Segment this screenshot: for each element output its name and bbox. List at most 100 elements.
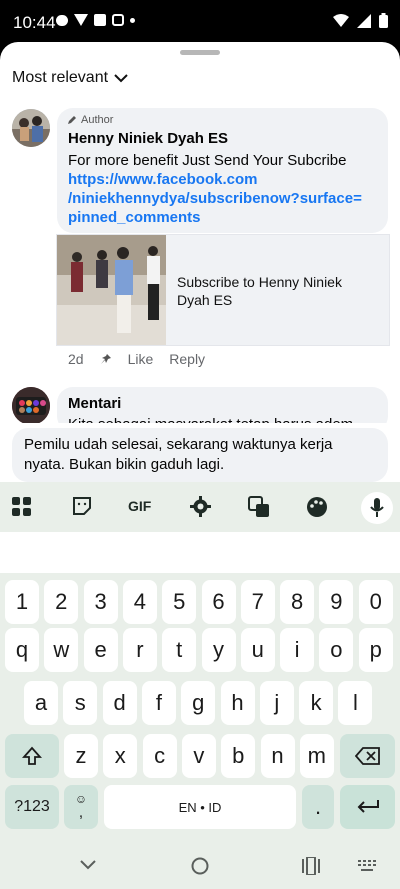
comment-link-line1[interactable]: https://www.facebook.com (68, 170, 257, 189)
comma-key-label: , (78, 804, 84, 821)
more-notifications-icon (130, 17, 135, 23)
key-0[interactable]: 0 (358, 580, 393, 624)
author-tag-label: Author (81, 114, 114, 126)
back-chevron-icon[interactable] (80, 859, 96, 871)
sort-dropdown[interactable]: Most relevant (12, 69, 128, 87)
chevron-down-icon (114, 74, 128, 83)
battery-icon (379, 13, 388, 28)
key-5[interactable]: 5 (162, 580, 197, 624)
voice-input-button[interactable] (361, 492, 393, 524)
navigation-bar (0, 845, 400, 889)
translate-icon[interactable] (248, 496, 270, 518)
key-z[interactable]: z (64, 734, 98, 778)
settings-gear-icon[interactable] (190, 496, 211, 517)
theme-palette-icon[interactable] (306, 496, 328, 518)
comment-author-name[interactable]: Mentari (68, 395, 121, 412)
key-f[interactable]: f (141, 681, 176, 725)
home-circle-icon[interactable] (191, 857, 209, 875)
author-tag: Author (67, 114, 113, 126)
key-j[interactable]: j (259, 681, 294, 725)
shift-icon (22, 746, 42, 765)
key-w[interactable]: w (44, 628, 79, 672)
key-n[interactable]: n (260, 734, 295, 778)
key-d[interactable]: d (102, 681, 137, 725)
keyboard-switch-icon[interactable] (358, 860, 376, 872)
link-preview-card[interactable]: Subscribe to Henny Niniek Dyah ES (56, 234, 390, 346)
avatar[interactable] (12, 387, 50, 425)
period-key[interactable]: . (302, 785, 334, 829)
sort-label: Most relevant (12, 69, 109, 86)
key-v[interactable]: v (181, 734, 216, 778)
key-s[interactable]: s (63, 681, 98, 725)
avatar-photo (12, 387, 50, 425)
comment-bubble[interactable]: Author Henny Niniek Dyah ES For more ben… (57, 108, 388, 233)
enter-icon (357, 800, 379, 813)
key-i[interactable]: i (280, 628, 315, 672)
facebook-notification-icon (94, 14, 106, 26)
key-m[interactable]: m (299, 734, 334, 778)
key-t[interactable]: t (162, 628, 197, 672)
key-o[interactable]: o (319, 628, 354, 672)
chat-notification-icon (56, 14, 68, 26)
shift-key[interactable] (5, 734, 59, 778)
apps-grid-icon[interactable] (12, 497, 32, 517)
emoji-comma-key[interactable]: ☺ , (64, 785, 98, 829)
vpn-notification-icon (74, 14, 88, 26)
comment-link-line3[interactable]: pinned_comments (68, 208, 201, 227)
enter-key[interactable] (340, 785, 395, 829)
comment-timestamp: 2d (68, 351, 84, 367)
key-b[interactable]: b (221, 734, 256, 778)
comment-author-name[interactable]: Henny Niniek Dyah ES (68, 130, 228, 147)
key-g[interactable]: g (181, 681, 216, 725)
symbols-key-label: ?123 (14, 798, 50, 815)
backspace-key[interactable] (340, 734, 395, 778)
key-l[interactable]: l (338, 681, 373, 725)
comment-link-line2[interactable]: /niniekhennydya/subscribenow?surface= (68, 189, 376, 208)
key-2[interactable]: 2 (44, 580, 79, 624)
drag-handle[interactable] (180, 50, 220, 55)
microphone-icon (370, 498, 384, 517)
comment-text: For more benefit Just Send Your Subcribe (68, 152, 347, 169)
period-key-label: . (314, 794, 322, 819)
link-preview-title: Subscribe to Henny Niniek Dyah ES (177, 274, 342, 308)
status-bar: 10:44 (0, 0, 400, 46)
key-8[interactable]: 8 (280, 580, 315, 624)
like-button[interactable]: Like (128, 351, 154, 367)
key-6[interactable]: 6 (201, 580, 236, 624)
key-7[interactable]: 7 (240, 580, 275, 624)
key-9[interactable]: 9 (319, 580, 354, 624)
space-key[interactable]: EN • ID (104, 785, 296, 829)
comment-input-text: Pemilu udah selesai, sekarang waktunya k… (24, 436, 333, 473)
avatar[interactable] (12, 109, 50, 147)
key-k[interactable]: k (299, 681, 334, 725)
key-4[interactable]: 4 (122, 580, 157, 624)
comment-input[interactable]: Pemilu udah selesai, sekarang waktunya k… (12, 428, 388, 482)
avatar-photo (12, 109, 50, 147)
keyboard-gif-button[interactable]: GIF (128, 498, 151, 514)
key-q[interactable]: q (5, 628, 39, 672)
recents-icon[interactable] (302, 857, 320, 875)
keyboard-toolbar: GIF (0, 482, 400, 532)
symbols-key[interactable]: ?123 (5, 785, 59, 829)
key-a[interactable]: a (24, 681, 58, 725)
link-preview-image (57, 235, 166, 345)
key-c[interactable]: c (142, 734, 177, 778)
key-y[interactable]: y (201, 628, 236, 672)
reply-button[interactable]: Reply (169, 351, 205, 367)
sticker-icon[interactable] (72, 496, 92, 516)
key-p[interactable]: p (358, 628, 393, 672)
key-e[interactable]: e (83, 628, 118, 672)
key-1[interactable]: 1 (5, 580, 39, 624)
key-r[interactable]: r (122, 628, 157, 672)
key-3[interactable]: 3 (83, 580, 118, 624)
pin-icon (100, 354, 111, 364)
key-u[interactable]: u (240, 628, 275, 672)
key-h[interactable]: h (220, 681, 255, 725)
key-x[interactable]: x (103, 734, 138, 778)
space-key-label: EN • ID (178, 799, 222, 815)
app-notification-icon (112, 14, 124, 26)
status-time: 10:44 (13, 13, 56, 32)
pencil-icon (68, 116, 76, 124)
backspace-icon (354, 747, 380, 765)
comment-actions: 2d Like Reply (68, 351, 205, 367)
